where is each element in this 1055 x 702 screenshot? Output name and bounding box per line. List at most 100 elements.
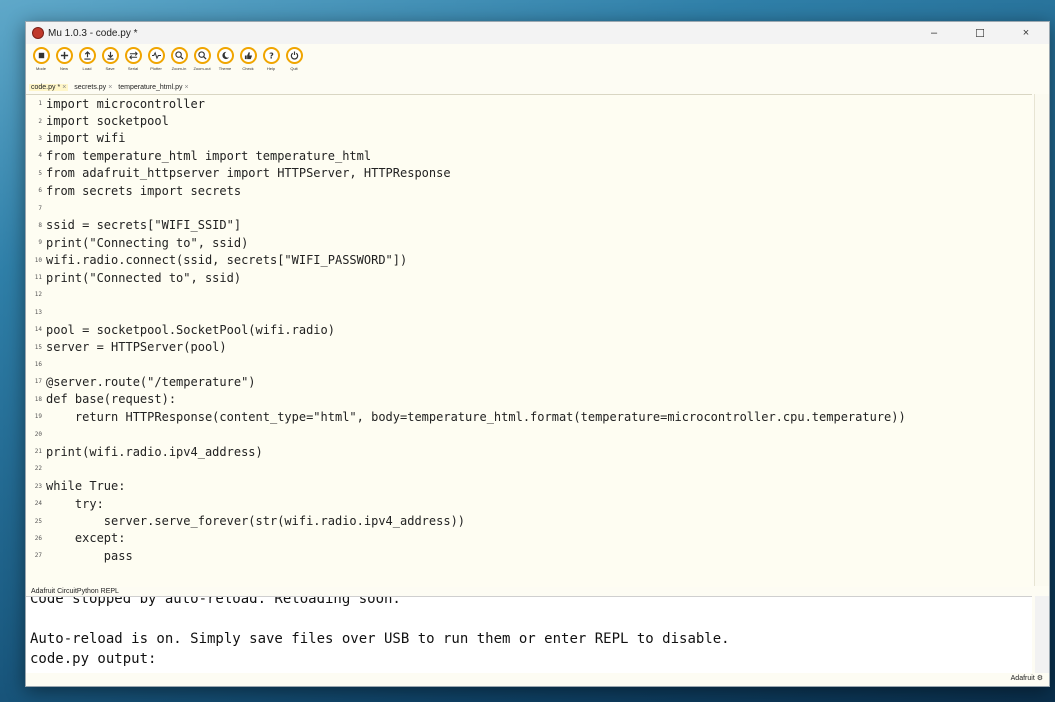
code-line[interactable]: 21 print(wifi.radio.ipv4_address) (26, 443, 1032, 460)
mode-status[interactable]: Adafruit ⚙ (1011, 674, 1043, 682)
code-text: print("Connecting to", ssid) (46, 235, 249, 250)
zoom-out-label: Zoom-out (193, 66, 211, 71)
code-text: server.serve_forever(str(wifi.radio.ipv4… (46, 514, 466, 529)
code-line[interactable]: 12 (26, 286, 1032, 303)
zoom-in-icon (170, 47, 188, 64)
zoom-out-button[interactable]: Zoom-out (191, 44, 213, 71)
line-number: 24 (34, 500, 42, 508)
code-line[interactable]: 20 (26, 425, 1032, 442)
code-line[interactable]: 10 wifi.radio.connect(ssid, secrets["WIFI… (26, 252, 1032, 269)
code-line[interactable]: 3 import wifi (26, 130, 1032, 147)
quit-button[interactable]: Quit (283, 44, 305, 71)
code-line[interactable]: 26 except: (26, 530, 1032, 547)
quit-icon (285, 47, 303, 64)
line-number: 5 (38, 169, 42, 177)
file-tabs: code.py * × secrets.py × temperature_html.… (26, 82, 1049, 93)
check-button[interactable]: Check (237, 44, 259, 71)
code-line[interactable]: 15 server = HTTPServer(pool) (26, 338, 1032, 355)
minimize-button[interactable]: – (911, 22, 957, 44)
close-tab-icon[interactable]: × (184, 84, 188, 91)
serial-label: Serial (127, 66, 139, 71)
line-number: 17 (34, 378, 42, 386)
theme-button[interactable]: Theme (214, 44, 236, 71)
serial-button[interactable]: Serial (122, 44, 144, 71)
maximize-button[interactable]: ☐ (957, 22, 1003, 44)
check-label: Check (242, 66, 254, 71)
code-line[interactable]: 2 import socketpool (26, 112, 1032, 129)
code-text: while True: (46, 479, 126, 494)
repl-output-line: code.py output: (30, 651, 157, 667)
code-line[interactable]: 24 try: (26, 495, 1032, 512)
code-line[interactable]: 14 pool = socketpool.SocketPool(wifi.radi… (26, 321, 1032, 338)
code-line[interactable]: 6 from secrets import secrets (26, 182, 1032, 199)
tab-temperature-html-py[interactable]: temperature_html.py × (118, 84, 188, 91)
repl-output-line (26, 609, 1032, 629)
plotter-button[interactable]: Plotter (145, 44, 167, 71)
line-number: 6 (38, 187, 42, 195)
code-text: @server.route("/temperature") (46, 374, 256, 389)
tab-code-py[interactable]: code.py * × (29, 84, 69, 91)
mu-app-icon (32, 27, 44, 39)
status-bar: Adafruit ⚙ (26, 673, 1049, 686)
load-label: Load (82, 66, 92, 71)
code-line[interactable]: 23 while True: (26, 478, 1032, 495)
line-number: 23 (34, 482, 42, 490)
save-button[interactable]: Save (99, 44, 121, 71)
line-number: 9 (38, 239, 42, 247)
code-line[interactable]: 17 @server.route("/temperature") (26, 373, 1032, 390)
code-line[interactable]: 4 from temperature_html import temperatur… (26, 147, 1032, 164)
line-number: 19 (34, 413, 42, 421)
close-button[interactable]: × (1003, 22, 1049, 44)
editor-scrollbar[interactable] (1034, 94, 1049, 586)
line-number: 2 (38, 117, 42, 125)
repl-scrollbar[interactable] (1035, 596, 1049, 673)
line-number: 11 (34, 274, 42, 282)
code-line[interactable]: 9 print("Connecting to", ssid) (26, 234, 1032, 251)
gear-icon[interactable]: ⚙ (1037, 675, 1043, 682)
code-text: from secrets import secrets (46, 183, 242, 198)
zoom-in-button[interactable]: Zoom-in (168, 44, 190, 71)
load-button[interactable]: Load (76, 44, 98, 71)
plotter-label: Plotter (150, 66, 162, 71)
serial-icon (124, 47, 142, 64)
line-number: 16 (34, 361, 42, 369)
code-line[interactable]: 18 def base(request): (26, 391, 1032, 408)
new-label: New (59, 66, 68, 71)
code-line[interactable]: 19 return HTTPResponse(content_type="htm… (26, 408, 1032, 425)
code-line[interactable]: 16 (26, 356, 1032, 373)
code-line[interactable]: 5 from adafruit_httpserver import HTTPSer… (26, 165, 1032, 182)
line-number: 1 (38, 100, 42, 108)
line-number: 25 (34, 517, 42, 525)
code-text: def base(request): (46, 392, 177, 407)
code-line[interactable]: 1 import microcontroller (26, 95, 1032, 112)
repl-output-line: Code stopped by auto-reload. Reloading s… (30, 596, 401, 607)
close-tab-icon[interactable]: × (62, 84, 66, 91)
code-text: except: (46, 531, 126, 546)
tab-secrets-py[interactable]: secrets.py × (74, 84, 112, 91)
svg-text:?: ? (269, 51, 274, 60)
code-line[interactable]: 8 ssid = secrets["WIFI_SSID"] (26, 217, 1032, 234)
code-line[interactable]: 27 pass (26, 547, 1032, 564)
code-line[interactable]: 11 print("Connected to", ssid) (26, 269, 1032, 286)
new-button[interactable]: New (53, 44, 75, 71)
code-editor[interactable]: 1 import microcontroller 2 import socketpoo… (26, 94, 1032, 587)
save-icon (101, 47, 119, 64)
mode-button[interactable]: Mode (30, 44, 52, 71)
code-text: from adafruit_httpserver import HTTPServ… (46, 166, 451, 181)
toolbar: Mode New Load Save Serial Plotter Zoom-i… (26, 44, 1049, 80)
code-line[interactable]: 13 (26, 304, 1032, 321)
line-number: 22 (34, 465, 42, 473)
close-tab-icon[interactable]: × (108, 84, 112, 91)
code-line[interactable]: 22 (26, 460, 1032, 477)
code-text: wifi.radio.connect(ssid, secrets["WIFI_P… (46, 253, 408, 268)
code-line[interactable]: 25 server.serve_forever(str(wifi.radio.i… (26, 512, 1032, 529)
code-text: import socketpool (46, 114, 169, 129)
repl-pane[interactable]: Code stopped by auto-reload. Reloading s… (26, 596, 1032, 674)
help-button[interactable]: ? Help (260, 44, 282, 71)
code-text: pass (46, 548, 133, 563)
code-line[interactable]: 7 (26, 199, 1032, 216)
line-number: 21 (34, 448, 42, 455)
line-number: 4 (38, 152, 42, 160)
mu-editor-window: Mu 1.0.3 - code.py * – ☐ × Mode New Load… (25, 21, 1050, 687)
help-label: Help (266, 66, 276, 71)
